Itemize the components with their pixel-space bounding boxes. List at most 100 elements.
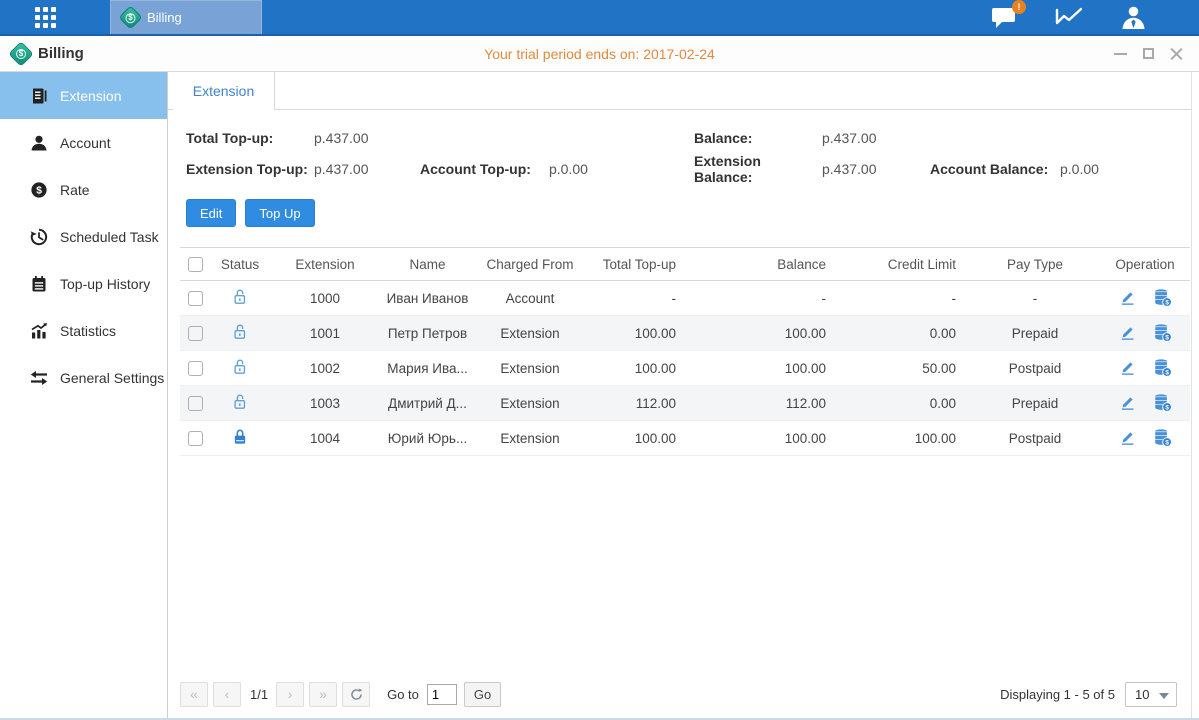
edit-row-icon[interactable] [1119, 394, 1136, 411]
extension-icon [30, 87, 48, 105]
cell-balance: 100.00 [690, 316, 840, 351]
cell-name: Петр Петров [380, 316, 475, 351]
maximize-button[interactable] [1142, 47, 1155, 60]
general-settings-icon [30, 369, 48, 387]
sidebar-item-account[interactable]: Account [0, 119, 167, 166]
edit-row-icon[interactable] [1119, 359, 1136, 376]
sidebar-item-topup-history[interactable]: Top-up History [0, 260, 167, 307]
apps-grid-icon[interactable] [35, 7, 56, 28]
chevron-down-icon [1159, 693, 1169, 699]
cell-extension: 1003 [270, 386, 380, 421]
sidebar-item-general-settings[interactable]: General Settings [0, 354, 167, 401]
sidebar-item-scheduled-task[interactable]: Scheduled Task [0, 213, 167, 260]
user-account-icon[interactable] [1120, 5, 1147, 30]
cell-pay-type: - [970, 281, 1100, 316]
window-titlebar: $ Billing Your trial period ends on: 201… [0, 36, 1199, 72]
sidebar-item-rate[interactable]: $ Rate [0, 166, 167, 213]
prev-page-button[interactable]: ‹ [213, 682, 241, 707]
cell-total-topup: 112.00 [585, 386, 690, 421]
cell-name: Дмитрий Д... [380, 386, 475, 421]
edit-row-icon[interactable] [1119, 324, 1136, 341]
extension-topup-value: p.437.00 [314, 161, 420, 177]
top-up-button[interactable]: Top Up [245, 199, 314, 227]
scheduled-task-icon [30, 228, 48, 246]
sidebar: Extension Account $ Rate Scheduled Task [0, 72, 168, 718]
top-up-row-icon[interactable]: $ [1153, 428, 1172, 447]
cell-charged-from: Extension [475, 316, 585, 351]
svg-text:$: $ [36, 184, 42, 196]
table-row: 1001 Петр Петров Extension 100.00 100.00… [180, 316, 1190, 351]
notification-badge: ! [1012, 0, 1026, 14]
balance-value: p.437.00 [822, 130, 877, 146]
balance-label: Balance: [694, 130, 822, 146]
billing-app-icon: $ [120, 7, 141, 28]
cell-pay-type: Postpaid [970, 421, 1100, 456]
resource-monitor-icon[interactable] [1054, 6, 1084, 28]
lock-open-icon[interactable] [232, 294, 248, 309]
col-extension: Extension [270, 248, 380, 281]
sidebar-item-label: Extension [60, 88, 121, 104]
extension-balance-value: p.437.00 [822, 161, 930, 177]
lock-open-icon[interactable] [232, 364, 248, 379]
row-checkbox[interactable] [188, 291, 203, 306]
col-operation: Operation [1100, 248, 1190, 281]
row-checkbox[interactable] [188, 326, 203, 341]
edit-row-icon[interactable] [1119, 289, 1136, 306]
taskbar-billing-tab[interactable]: $ Billing [110, 0, 262, 34]
edit-button[interactable]: Edit [186, 199, 236, 227]
svg-text:$: $ [1165, 369, 1169, 376]
top-up-row-icon[interactable]: $ [1153, 393, 1172, 412]
sidebar-item-statistics[interactable]: Statistics [0, 307, 167, 354]
sidebar-item-extension[interactable]: Extension [0, 72, 167, 119]
edit-row-icon[interactable] [1119, 429, 1136, 446]
cell-credit-limit: - [840, 281, 970, 316]
messages-icon[interactable]: ! [991, 6, 1018, 29]
balance-summary: Total Top-up: p.437.00 Extension Top-up:… [186, 122, 1191, 184]
lock-open-icon[interactable] [232, 399, 248, 414]
cell-pay-type: Postpaid [970, 351, 1100, 386]
cell-charged-from: Extension [475, 351, 585, 386]
account-topup-value: p.0.00 [549, 161, 588, 177]
billing-window-icon: $ [10, 42, 33, 65]
last-page-button[interactable]: » [309, 682, 337, 707]
total-topup-value: p.437.00 [314, 130, 369, 146]
minimize-button[interactable] [1114, 47, 1127, 60]
window-title: Billing [38, 45, 84, 62]
top-up-row-icon[interactable]: $ [1153, 358, 1172, 377]
row-checkbox[interactable] [188, 361, 203, 376]
taskbar-tray: ! [991, 0, 1199, 34]
lock-open-icon[interactable] [232, 329, 248, 344]
taskbar-tab-label: Billing [147, 10, 182, 25]
svg-text:$: $ [1165, 404, 1169, 411]
top-up-row-icon[interactable]: $ [1153, 288, 1172, 307]
goto-page-input[interactable] [427, 684, 457, 705]
select-all-checkbox[interactable] [188, 257, 203, 272]
table-header-row: Status Extension Name Charged From Total… [180, 248, 1190, 281]
row-checkbox[interactable] [188, 431, 203, 446]
cell-balance: 100.00 [690, 421, 840, 456]
cell-name: Юрий Юрь... [380, 421, 475, 456]
lock-closed-icon[interactable] [232, 434, 248, 449]
svg-text:$: $ [1165, 299, 1169, 306]
go-button[interactable]: Go [464, 682, 501, 707]
next-page-button[interactable]: › [276, 682, 304, 707]
close-button[interactable] [1170, 47, 1183, 60]
page-size-value: 10 [1135, 687, 1149, 702]
action-buttons: Edit Top Up [186, 199, 1191, 227]
topup-history-icon [30, 275, 48, 293]
top-up-row-icon[interactable]: $ [1153, 323, 1172, 342]
taskbar: $ Billing ! [0, 0, 1199, 36]
total-topup-label: Total Top-up: [186, 130, 314, 146]
tab-extension[interactable]: Extension [173, 72, 275, 110]
cell-total-topup: 100.00 [585, 351, 690, 386]
page-size-dropdown[interactable]: 10 [1125, 682, 1177, 707]
refresh-button[interactable] [342, 682, 370, 707]
svg-text:$: $ [1165, 334, 1169, 341]
cell-extension: 1002 [270, 351, 380, 386]
page-indicator: 1/1 [250, 687, 268, 702]
rate-icon: $ [30, 181, 48, 199]
first-page-button[interactable]: « [180, 682, 208, 707]
account-balance-label: Account Balance: [930, 161, 1060, 177]
row-checkbox[interactable] [188, 396, 203, 411]
sidebar-item-label: Statistics [60, 323, 116, 339]
